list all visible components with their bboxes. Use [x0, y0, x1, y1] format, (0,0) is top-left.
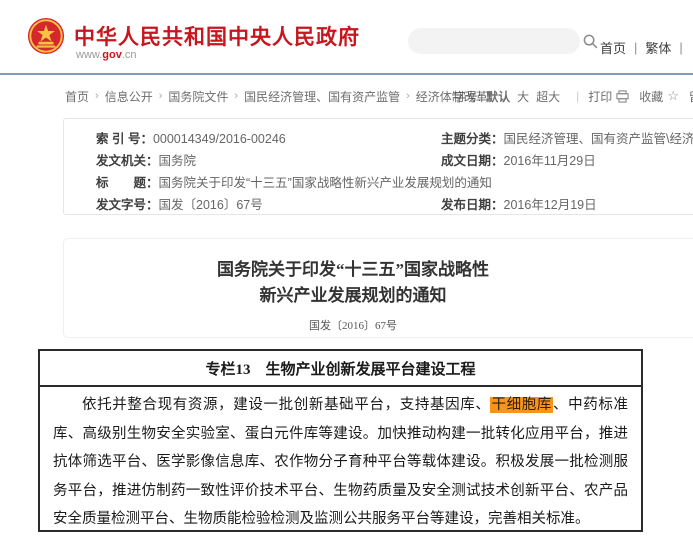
document-title-box: 国务院关于印发“十三五”国家战略性 新兴产业发展规划的通知 国发〔2016〕67…: [63, 238, 693, 338]
meta-row: 发文机关：国务院 成文日期：2016年11月29日: [96, 150, 693, 172]
meta-publish-date: 发布日期：2016年12月19日: [441, 198, 597, 212]
document-number: 国发〔2016〕67号: [309, 320, 397, 332]
breadcrumb-item-category[interactable]: 国民经济管理、国有资产监管: [244, 88, 400, 105]
page: 中华人民共和国中央人民政府 www.gov.cn 首页 | 繁体 | 首页 › …: [0, 0, 693, 537]
document-title-line1: 国务院关于印发“十三五”国家战略性: [217, 260, 489, 279]
font-size-default[interactable]: 默认: [486, 88, 510, 105]
site-header: 中华人民共和国中央人民政府 www.gov.cn 首页 | 繁体 |: [0, 0, 693, 73]
comment-label: 留言: [689, 88, 693, 105]
print-label: 打印: [588, 89, 613, 104]
column-13-box: 专栏13 生物产业创新发展平台建设工程 依托并整合现有资源，建设一批创新基础平台…: [38, 349, 643, 532]
url-gov: gov: [102, 49, 122, 61]
breadcrumb-item-docs[interactable]: 国务院文件: [168, 88, 228, 105]
nav-traditional[interactable]: 繁体: [645, 38, 671, 57]
document-title: 国务院关于印发“十三五”国家战略性 新兴产业发展规划的通知: [94, 257, 612, 309]
meta-doc-number: 发文字号：国发〔2016〕67号: [96, 198, 263, 212]
comment-button[interactable]: 留言 ✎: [689, 88, 693, 105]
breadcrumb-separator: ›: [158, 90, 163, 102]
search-icon[interactable]: [583, 34, 598, 49]
favorite-button[interactable]: 收藏 ☆: [639, 88, 679, 105]
meta-index-number: 索 引 号：000014349/2016-00246: [96, 132, 286, 146]
url-suffix: .cn: [121, 49, 137, 61]
breadcrumb-item-home[interactable]: 首页: [65, 88, 89, 105]
url-prefix: www.: [76, 49, 103, 61]
document-metadata-panel: 索 引 号：000014349/2016-00246 主题分类：国民经济管理、国…: [63, 118, 693, 215]
body-text-after: 、中药标准库、高级别生物安全实验室、蛋白元件库等建设。加快推动构建一批转化应用平…: [53, 397, 629, 527]
column-13-heading: 专栏13 生物产业创新发展平台建设工程: [40, 351, 641, 387]
star-icon: ☆: [667, 88, 679, 103]
search-input[interactable]: [408, 28, 583, 54]
nav-separator: |: [679, 40, 683, 55]
header-divider: [0, 73, 693, 75]
national-emblem-logo: [27, 17, 65, 55]
meta-written-date: 成文日期：2016年11月29日: [441, 154, 596, 168]
top-nav: 首页 | 繁体 |: [600, 38, 683, 57]
font-size-large[interactable]: 大: [517, 88, 529, 105]
breadcrumb-separator: ›: [406, 90, 410, 102]
nav-separator: |: [634, 40, 638, 55]
highlighted-term: 干细胞库: [490, 397, 553, 413]
toolbar-separator: |: [576, 89, 580, 103]
breadcrumb-item-info[interactable]: 信息公开: [105, 88, 153, 105]
meta-issuing-agency: 发文机关：国务院: [96, 154, 197, 168]
font-size-label: 字号:: [453, 89, 482, 104]
search-box[interactable]: [408, 28, 598, 54]
printer-icon: [616, 89, 629, 103]
meta-row: 标 题：国务院关于印发“十三五”国家战略性新兴产业发展规划的通知: [96, 172, 693, 194]
favorite-label: 收藏: [639, 89, 664, 104]
meta-topic-category: 主题分类：国民经济管理、国有资产监管\经济体制改革: [441, 132, 693, 146]
breadcrumb-separator: ›: [95, 90, 99, 102]
body-text-before: 依托并整合现有资源，建设一批创新基础平台，支持基因库、: [82, 397, 491, 413]
meta-title: 标 题：国务院关于印发“十三五”国家战略性新兴产业发展规划的通知: [96, 176, 492, 190]
site-title: 中华人民共和国中央人民政府: [74, 26, 360, 49]
font-size-xlarge[interactable]: 超大: [536, 88, 560, 105]
document-title-line2: 新兴产业发展规划的通知: [259, 286, 447, 305]
site-url: www.gov.cn: [76, 49, 137, 61]
meta-row: 索 引 号：000014349/2016-00246 主题分类：国民经济管理、国…: [96, 128, 693, 150]
breadcrumb: 首页 › 信息公开 › 国务院文件 › 国民经济管理、国有资产监管 › 经济体制…: [65, 87, 693, 105]
nav-home[interactable]: 首页: [600, 38, 626, 57]
column-13-body: 依托并整合现有资源，建设一批创新基础平台，支持基因库、干细胞库、中药标准库、高级…: [40, 387, 641, 534]
breadcrumb-separator: ›: [234, 90, 239, 102]
meta-row: 发文字号：国发〔2016〕67号 发布日期：2016年12月19日: [96, 194, 693, 216]
print-button[interactable]: 打印: [588, 88, 629, 105]
font-size-control: 字号: 默认 大 超大: [454, 88, 567, 105]
